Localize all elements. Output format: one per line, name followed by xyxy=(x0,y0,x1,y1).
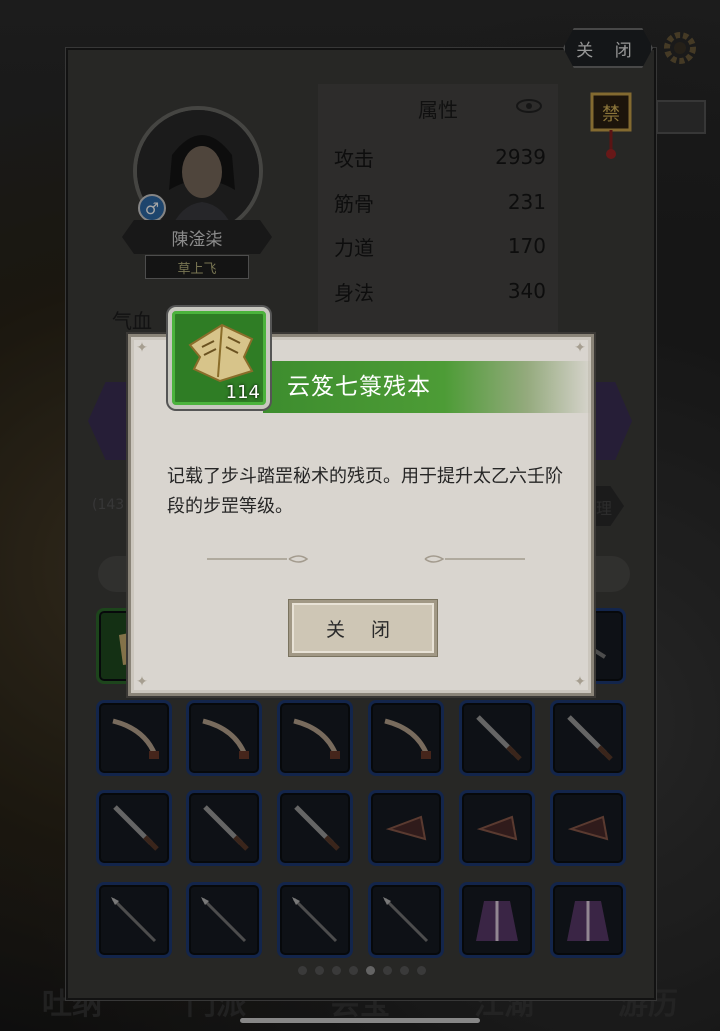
item-count: 114 xyxy=(225,382,260,403)
divider-ornament xyxy=(207,555,309,563)
corner-ornament: ✦ xyxy=(136,674,148,690)
corner-ornament: ✦ xyxy=(136,340,148,356)
item-detail-dialog: ✦ ✦ ✦ ✦ 云笈七箓残本 114 记载了步斗踏罡秘术的残页。用于提升太乙六壬… xyxy=(128,307,594,696)
divider-ornament xyxy=(424,555,525,563)
scroll-icon xyxy=(188,323,254,383)
dialog-close-button[interactable]: 关 闭 xyxy=(289,600,437,656)
corner-ornament: ✦ xyxy=(574,340,586,356)
item-icon-frame: 114 xyxy=(168,307,270,409)
item-description: 记载了步斗踏罡秘术的残页。用于提升太乙六壬阶段的步罡等级。 xyxy=(167,466,563,517)
item-name: 云笈七箓残本 xyxy=(287,374,431,400)
corner-ornament: ✦ xyxy=(574,674,586,690)
